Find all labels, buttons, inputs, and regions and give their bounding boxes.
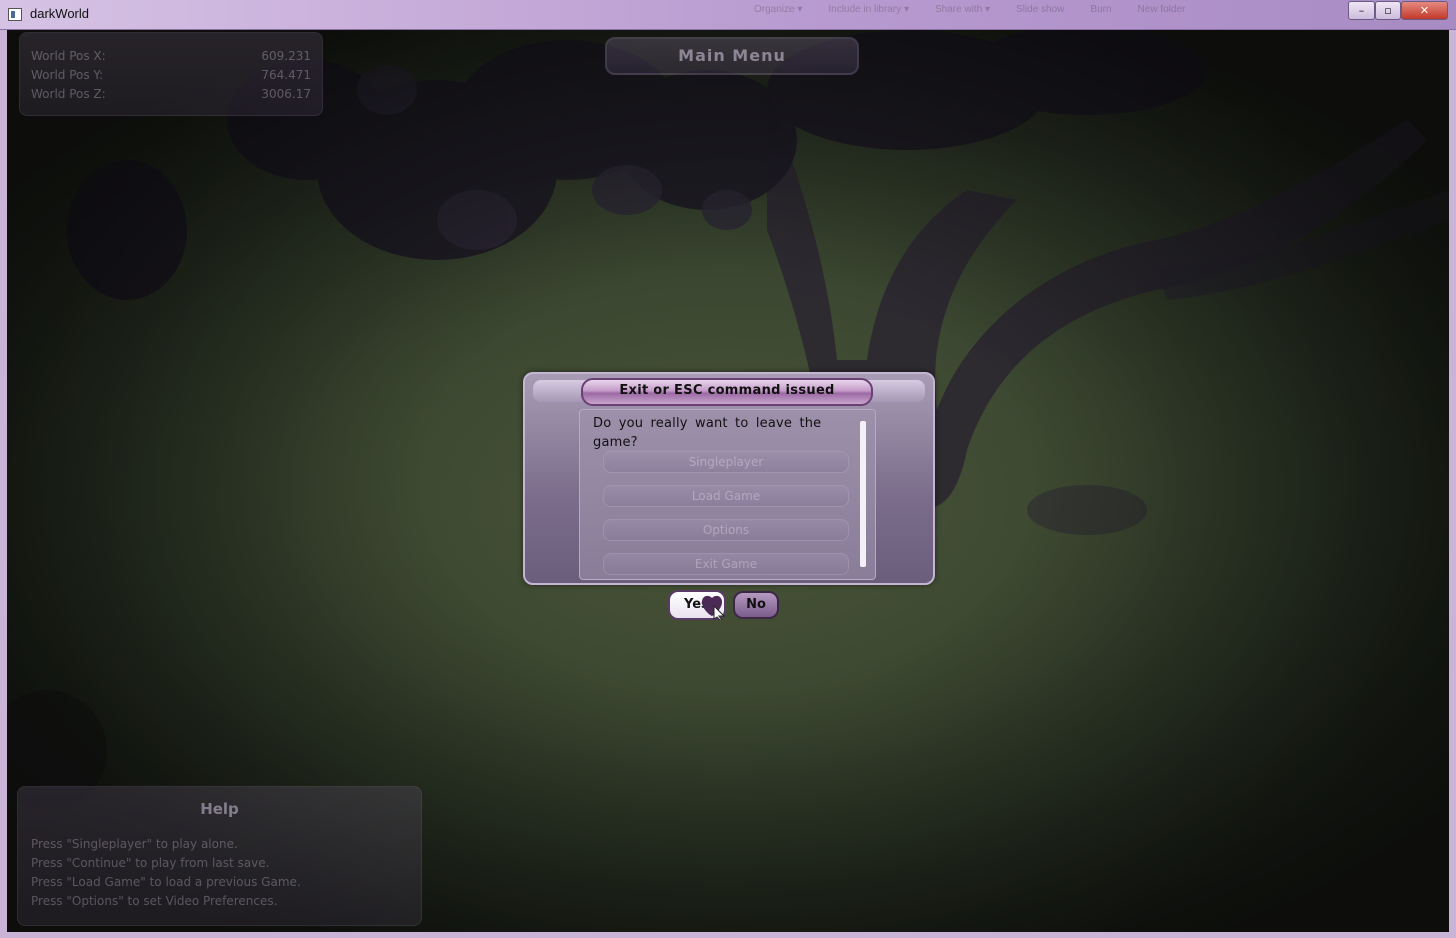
dialog-scrollbar[interactable] — [860, 421, 866, 567]
help-title: Help — [200, 800, 239, 818]
dialog-message: Do you really want to leave the game? — [593, 416, 822, 450]
world-pos-y-value: 764.471 — [261, 68, 311, 82]
ghost-toolbar-item: Burn — [1090, 4, 1112, 15]
ghost-toolbar-item: Share with ▾ — [935, 4, 991, 15]
help-line: Press "Options" to set Video Preferences… — [31, 894, 278, 908]
world-pos-x-label: World Pos X: — [31, 49, 106, 63]
dialog-title: Exit or ESC command issued — [619, 383, 835, 398]
background-explorer-toolbar: Organize ▾ Include in library ▾ Share wi… — [730, 0, 1290, 24]
close-button[interactable]: ✕ — [1401, 1, 1448, 20]
world-pos-x-row: World Pos X: 609.231 — [31, 49, 311, 63]
minimize-button[interactable]: – — [1348, 1, 1375, 20]
help-line: Press "Singleplayer" to play alone. — [31, 837, 238, 851]
exit-game-button[interactable]: Exit Game — [603, 553, 849, 575]
world-pos-x-value: 609.231 — [261, 49, 311, 63]
ghost-toolbar-item: New folder — [1137, 4, 1186, 15]
ghost-toolbar-item: Organize ▾ — [754, 4, 803, 15]
ghost-toolbar-item: Slide show — [1016, 4, 1065, 15]
singleplayer-button[interactable]: Singleplayer — [603, 451, 849, 473]
world-pos-y-label: World Pos Y: — [31, 68, 104, 82]
world-pos-z-row: World Pos Z: 3006.17 — [31, 87, 311, 101]
world-pos-y-row: World Pos Y: 764.471 — [31, 68, 311, 82]
help-line: Press "Continue" to play from last save. — [31, 856, 270, 870]
window-titlebar[interactable]: darkWorld Organize ▾ Include in library … — [0, 0, 1456, 30]
mouse-cursor-icon — [702, 595, 726, 620]
load-game-button[interactable]: Load Game — [603, 485, 849, 507]
maximize-button[interactable]: ▫ — [1375, 1, 1401, 20]
help-line: Press "Load Game" to load a previous Gam… — [31, 875, 301, 889]
no-button[interactable]: No — [733, 591, 779, 619]
world-pos-z-value: 3006.17 — [261, 87, 311, 101]
main-menu-title: Main Menu — [678, 46, 786, 65]
options-button[interactable]: Options — [603, 519, 849, 541]
world-pos-z-label: World Pos Z: — [31, 87, 106, 101]
window-title: darkWorld — [30, 6, 90, 21]
app-icon — [8, 8, 22, 21]
ghost-toolbar-item: Include in library ▾ — [828, 4, 909, 15]
